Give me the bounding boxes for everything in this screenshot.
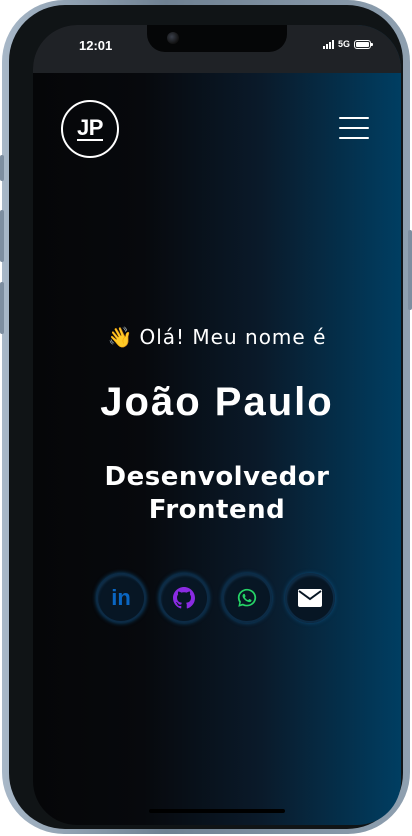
role-line-2: Frontend	[148, 495, 286, 525]
linkedin-icon: in	[111, 585, 131, 610]
notch	[147, 25, 287, 52]
logo-text: JP	[77, 114, 103, 141]
whatsapp-button[interactable]	[222, 573, 272, 623]
hamburger-menu-icon[interactable]	[339, 116, 369, 140]
email-button[interactable]	[285, 573, 335, 623]
linkedin-button[interactable]: in	[96, 573, 146, 623]
waving-hand-icon: 👋	[107, 325, 134, 349]
github-icon	[173, 587, 195, 609]
volume-down-button	[0, 282, 4, 334]
social-links: in	[96, 573, 338, 625]
status-indicators: 5G	[322, 39, 373, 49]
role-line-1: Desenvolvedor	[104, 462, 330, 492]
status-bar: 12:01 5G	[33, 25, 401, 73]
email-icon	[298, 589, 322, 607]
home-indicator	[149, 809, 285, 813]
signal-icon	[322, 39, 334, 49]
github-button[interactable]	[159, 573, 209, 623]
phone-bezel: 12:01 5G JP 👋 Olá! Meu nome é João Paulo…	[9, 5, 403, 829]
hero-role: Desenvolvedor Frontend	[33, 461, 401, 527]
volume-up-button	[0, 210, 4, 262]
greeting: 👋 Olá! Meu nome é	[33, 325, 401, 349]
whatsapp-icon	[237, 588, 257, 607]
logo[interactable]: JP	[61, 100, 119, 158]
front-camera	[167, 32, 179, 44]
phone-frame: 12:01 5G JP 👋 Olá! Meu nome é João Paulo…	[0, 0, 412, 834]
battery-icon	[354, 39, 373, 49]
power-button	[408, 230, 412, 310]
network-label: 5G	[337, 39, 350, 49]
greeting-text: Olá! Meu nome é	[139, 325, 327, 349]
status-time: 12:01	[79, 38, 113, 53]
mute-switch	[0, 155, 4, 181]
hero-name: João Paulo	[100, 380, 334, 424]
screen: 12:01 5G JP 👋 Olá! Meu nome é João Paulo…	[33, 25, 401, 825]
